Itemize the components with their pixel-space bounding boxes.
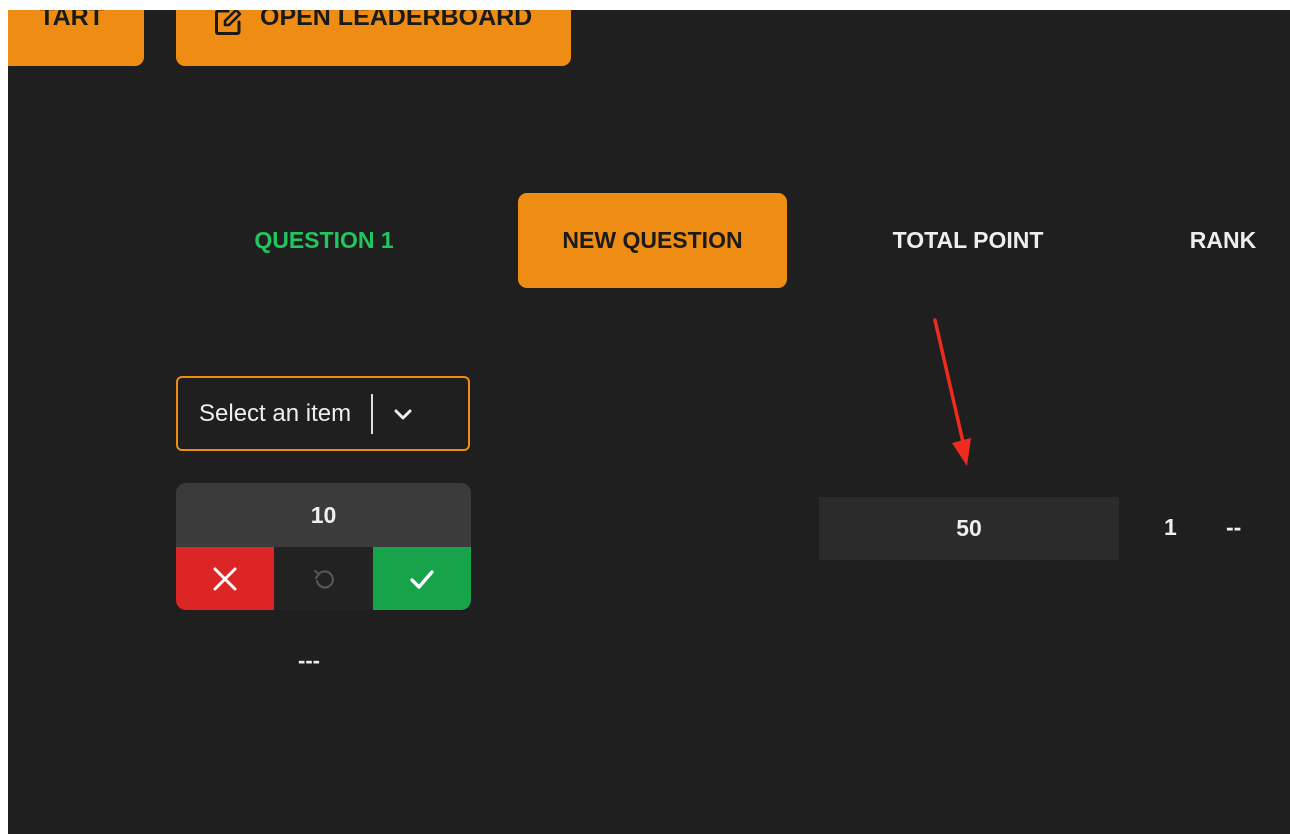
start-button-label: TART	[39, 10, 104, 31]
undo-icon	[313, 569, 334, 589]
open-leaderboard-button[interactable]: OPEN LEADERBOARD	[176, 10, 571, 66]
quiz-scoreboard: TART OPEN LEADERBOARD QUESTION 1 NEW QUE…	[8, 10, 1290, 834]
edit-icon	[215, 10, 242, 35]
new-question-button[interactable]: NEW QUESTION	[518, 193, 787, 288]
answer-select-placeholder: Select an item	[199, 399, 352, 427]
annotation-arrow-icon	[933, 318, 971, 466]
reset-button[interactable]	[274, 547, 373, 610]
open-leaderboard-label: OPEN LEADERBOARD	[260, 10, 533, 31]
start-button[interactable]: TART	[8, 10, 144, 66]
close-icon	[213, 567, 237, 590]
total-point-header: TOTAL POINT	[892, 227, 1044, 253]
question-1-header: QUESTION 1	[254, 227, 394, 253]
question-status: ---	[298, 648, 320, 673]
rank-value: 1	[1164, 514, 1177, 540]
rank-change: --	[1226, 514, 1242, 540]
answer-select[interactable]: Select an item	[176, 376, 470, 451]
reject-button[interactable]	[176, 547, 274, 610]
check-icon	[410, 569, 434, 589]
total-point-value: 50	[819, 497, 1119, 560]
chevron-down-icon	[394, 409, 412, 419]
question-score-card: 10	[176, 483, 471, 610]
rank-header: RANK	[1189, 227, 1257, 253]
accept-button[interactable]	[373, 547, 471, 610]
select-divider	[371, 393, 374, 434]
question-points: 10	[176, 483, 471, 547]
score-actions	[176, 547, 471, 610]
